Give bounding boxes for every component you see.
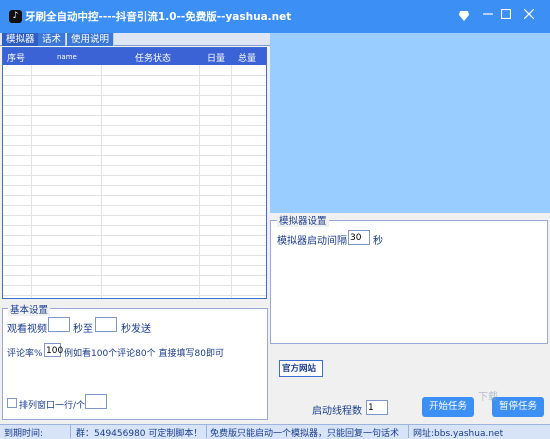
watch-to-input[interactable] bbox=[95, 317, 117, 332]
table-column-line bbox=[231, 65, 232, 298]
table-row-line bbox=[3, 185, 266, 186]
table-column-line bbox=[31, 65, 32, 298]
table-row-line bbox=[3, 275, 266, 276]
watch-video-label: 观看视频 bbox=[7, 324, 47, 335]
table-column-line bbox=[101, 65, 102, 298]
start-task-button[interactable]: 开始任务 bbox=[422, 397, 474, 417]
table-row-line bbox=[3, 235, 266, 236]
table-row-line bbox=[3, 175, 266, 176]
interval-unit: 秒 bbox=[373, 236, 383, 247]
table-row-line bbox=[3, 285, 266, 286]
column-header-index[interactable]: 序号 bbox=[7, 51, 25, 64]
interval-input[interactable]: 30 bbox=[348, 230, 370, 245]
comment-rate-hint: 例如看100个评论80个 直接填写80即可 bbox=[64, 349, 224, 359]
table-row-line bbox=[3, 135, 266, 136]
emulator-settings-title: 模拟器设置 bbox=[277, 213, 329, 227]
maximize-button[interactable] bbox=[497, 7, 515, 25]
pause-task-button[interactable]: 暂停任务 bbox=[492, 397, 544, 417]
arrange-input[interactable] bbox=[85, 394, 107, 409]
window-title: 牙刷全自动中控----抖音引流1.0--免费版--yashua.net bbox=[25, 11, 292, 23]
status-notice: 免费版只能启动一个模拟器，只能回复一句话术 bbox=[210, 429, 400, 439]
tab-instructions[interactable]: 使用说明 bbox=[67, 33, 115, 46]
table-row-line bbox=[3, 215, 266, 216]
status-expire: 到期时间: bbox=[4, 429, 44, 439]
tiktok-icon: ♪ bbox=[9, 10, 22, 23]
arrange-checkbox[interactable] bbox=[7, 398, 17, 408]
table-row-line bbox=[3, 225, 266, 226]
send-label: 秒发送 bbox=[121, 324, 151, 335]
watch-from-input[interactable] bbox=[48, 317, 70, 332]
table-row-line bbox=[3, 255, 266, 256]
column-header-total[interactable]: 总量 bbox=[238, 51, 256, 64]
tab-scripts[interactable]: 话术 bbox=[38, 33, 67, 46]
close-button[interactable] bbox=[520, 7, 538, 25]
interval-label: 模拟器启动间隔 bbox=[277, 236, 347, 247]
comment-rate-input[interactable]: 100 bbox=[44, 343, 63, 357]
basic-settings-title: 基本设置 bbox=[8, 302, 51, 316]
table-row-line bbox=[3, 165, 266, 166]
thread-count-label: 启动线程数 bbox=[312, 406, 362, 417]
column-header-daily[interactable]: 日量 bbox=[207, 51, 225, 64]
watermark: 下载 bbox=[478, 392, 498, 403]
status-separator bbox=[206, 425, 207, 438]
minimize-button[interactable] bbox=[479, 7, 497, 25]
official-site-link[interactable]: 官方网站 bbox=[279, 360, 323, 377]
tab-emulator[interactable]: 模拟器 bbox=[2, 33, 40, 46]
column-header-status[interactable]: 任务状态 bbox=[135, 51, 171, 64]
emulator-preview bbox=[270, 33, 550, 213]
table-column-line bbox=[199, 65, 200, 298]
table-row-line bbox=[3, 245, 266, 246]
table-row-line bbox=[3, 195, 266, 196]
table-row-line bbox=[3, 105, 266, 106]
table-row-line bbox=[3, 295, 266, 296]
status-website[interactable]: 网址:bbs.yashua.net bbox=[413, 426, 503, 439]
arrange-label: 排列窗口一行/个 bbox=[19, 401, 86, 411]
column-header-name[interactable]: name bbox=[57, 53, 77, 61]
table-row-line bbox=[3, 75, 266, 76]
table-row-line bbox=[3, 145, 266, 146]
status-separator bbox=[408, 425, 409, 438]
watch-to-label: 秒至 bbox=[73, 324, 93, 335]
thread-count-input[interactable]: 1 bbox=[366, 400, 388, 415]
emulator-table[interactable]: 序号 name 任务状态 日量 总量 bbox=[2, 47, 267, 299]
table-row-line bbox=[3, 155, 266, 156]
skin-icon[interactable] bbox=[455, 7, 473, 25]
table-row-line bbox=[3, 115, 266, 116]
comment-rate-label: 评论率% bbox=[7, 349, 43, 359]
table-row-line bbox=[3, 85, 266, 86]
status-group: 群：549456980 可定制脚本！ bbox=[76, 429, 203, 439]
table-row-line bbox=[3, 125, 266, 126]
table-row-line bbox=[3, 205, 266, 206]
table-row-line bbox=[3, 265, 266, 266]
status-separator bbox=[70, 425, 71, 438]
table-row-line bbox=[3, 95, 266, 96]
table-header: 序号 name 任务状态 日量 总量 bbox=[3, 48, 266, 65]
